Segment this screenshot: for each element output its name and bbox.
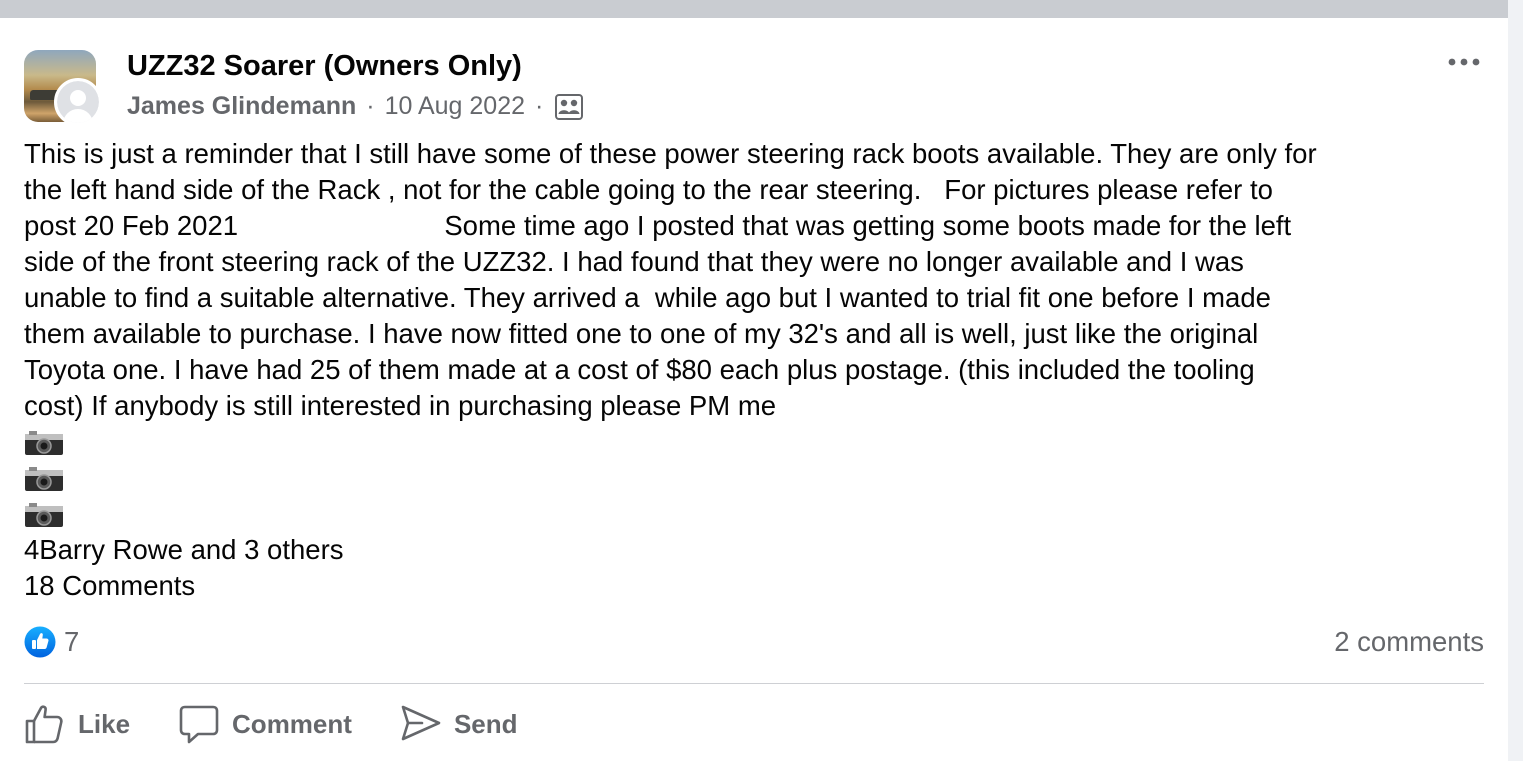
send-arrow-icon <box>401 705 441 741</box>
meta-separator: · <box>366 92 375 120</box>
like-label: Like <box>78 708 131 739</box>
comments-count-link[interactable]: 2 comments <box>1334 624 1484 660</box>
like-count[interactable]: 7 <box>64 624 79 660</box>
avatar-stack[interactable] <box>24 50 104 126</box>
right-edge-strip <box>1508 0 1523 761</box>
top-divider-strip <box>0 0 1508 18</box>
send-button[interactable]: Send <box>400 703 518 745</box>
post-body-text: This is just a reminder that I still hav… <box>24 138 1317 421</box>
camera-icon <box>25 467 63 491</box>
camera-icon <box>25 431 63 455</box>
comment-label: Comment <box>232 708 352 739</box>
reaction-stats-bar: 7 2 comments <box>24 624 1484 660</box>
author-name-link[interactable]: James Glindemann <box>127 92 356 121</box>
like-reaction-icon[interactable] <box>24 626 56 658</box>
more-options-icon[interactable] <box>1446 54 1482 70</box>
actions-divider <box>24 683 1484 684</box>
post-header: UZZ32 Soarer (Owners Only) James Glindem… <box>24 50 1484 130</box>
like-button[interactable]: Like <box>24 703 130 745</box>
post-meta: James Glindemann · 10 Aug 2022 · <box>127 92 584 121</box>
send-label: Send <box>453 708 518 739</box>
camera-icon <box>25 503 63 527</box>
group-members-icon[interactable] <box>555 93 584 120</box>
meta-separator: · <box>535 92 544 120</box>
user-avatar[interactable] <box>54 78 102 126</box>
post-date-link[interactable]: 10 Aug 2022 <box>385 92 525 121</box>
thumbs-up-icon <box>25 705 63 744</box>
post-actions-bar: Like Comment Send <box>24 700 566 748</box>
likers-text: 4Barry Rowe and 3 others <box>24 534 344 565</box>
group-name-link[interactable]: UZZ32 Soarer (Owners Only) <box>127 50 522 83</box>
comments-total-text: 18 Comments <box>24 570 196 601</box>
comment-bubble-icon <box>179 705 219 744</box>
camera-icon-list <box>24 430 64 538</box>
comment-button[interactable]: Comment <box>178 703 352 745</box>
